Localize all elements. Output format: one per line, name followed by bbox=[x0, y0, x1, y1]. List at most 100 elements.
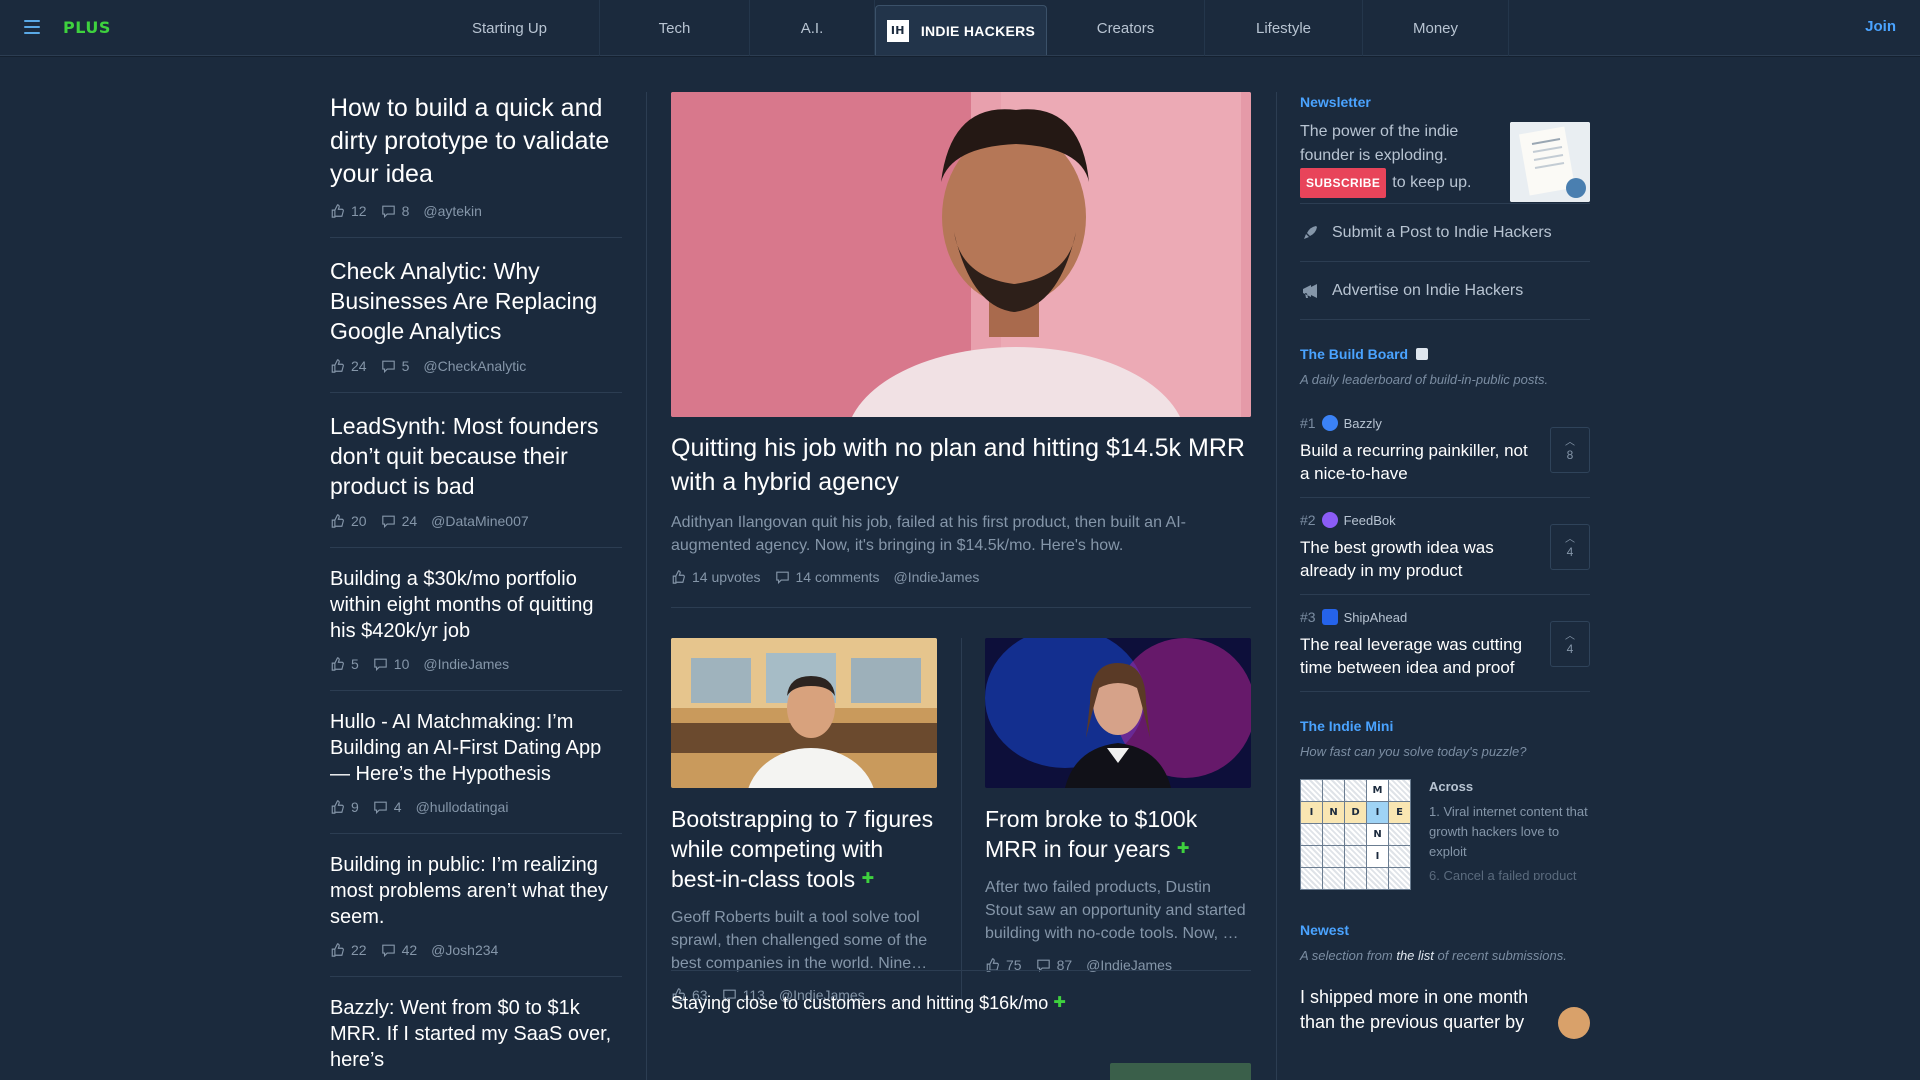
indie-mini-heading[interactable]: The Indie Mini bbox=[1300, 718, 1590, 734]
post-image[interactable] bbox=[985, 638, 1251, 788]
crossword-clues: Across 1. Viral internet content that gr… bbox=[1429, 779, 1590, 890]
post-title[interactable]: Hullo - AI Matchmaking: I’m Building an … bbox=[330, 709, 622, 787]
grid-cell[interactable] bbox=[1367, 868, 1388, 889]
grid-cell[interactable] bbox=[1389, 868, 1410, 889]
crossword-grid[interactable]: M I N D I E N I bbox=[1300, 779, 1411, 890]
grid-cell[interactable] bbox=[1389, 780, 1410, 801]
thumbs-up-icon[interactable] bbox=[330, 943, 345, 957]
tab-lifestyle[interactable]: Lifestyle bbox=[1205, 0, 1363, 56]
post-title[interactable]: Bazzly: Went from $0 to $1k MRR. If I st… bbox=[330, 995, 622, 1073]
grid-cell[interactable] bbox=[1345, 780, 1366, 801]
megaphone-icon bbox=[1300, 281, 1320, 301]
grid-cell[interactable]: N bbox=[1323, 802, 1344, 823]
grid-cell[interactable] bbox=[1389, 824, 1410, 845]
post-title[interactable]: LeadSynth: Most founders don’t quit beca… bbox=[330, 411, 622, 501]
author-link[interactable]: @IndieJames bbox=[423, 656, 509, 672]
tab-indie-hackers[interactable]: IH INDIE HACKERS bbox=[875, 5, 1047, 55]
post-title[interactable]: From broke to $100k MRR in four years ✚ bbox=[985, 804, 1251, 864]
grid-cell[interactable] bbox=[1345, 868, 1366, 889]
grid-cell[interactable] bbox=[1301, 824, 1322, 845]
grid-cell[interactable] bbox=[1323, 780, 1344, 801]
author-link[interactable]: @Josh234 bbox=[431, 942, 498, 958]
thumbs-up-icon[interactable] bbox=[330, 359, 345, 373]
comment-icon[interactable] bbox=[381, 943, 396, 957]
product-name[interactable]: ShipAhead bbox=[1344, 610, 1408, 625]
tab-ai[interactable]: A.I. bbox=[750, 0, 875, 56]
comment-icon[interactable] bbox=[373, 657, 388, 671]
grid-cell[interactable] bbox=[1389, 846, 1410, 867]
author-link[interactable]: @hullodatingai bbox=[416, 799, 509, 815]
thumbs-up-icon[interactable] bbox=[330, 514, 345, 528]
menu-icon[interactable] bbox=[24, 20, 40, 34]
post-image[interactable] bbox=[671, 638, 937, 788]
grid-cell[interactable]: D bbox=[1345, 802, 1366, 823]
comment-icon[interactable] bbox=[381, 514, 396, 528]
feedbok-logo-icon bbox=[1321, 512, 1338, 528]
avatar[interactable] bbox=[1558, 1007, 1590, 1039]
subscribe-button[interactable]: SUBSCRIBE bbox=[1300, 168, 1387, 198]
vote-count: 4 bbox=[1566, 545, 1574, 559]
post-title[interactable]: Bootstrapping to 7 figures while competi… bbox=[671, 804, 937, 894]
post-title-text: Staying close to customers and hitting $… bbox=[671, 993, 1049, 1013]
post-description: Geoff Roberts built a tool solve tool sp… bbox=[671, 909, 928, 972]
post-title[interactable]: How to build a quick and dirty prototype… bbox=[330, 92, 622, 191]
author-link[interactable]: @DataMine007 bbox=[431, 513, 529, 529]
grid-cell[interactable]: I bbox=[1367, 802, 1388, 823]
upvote-button[interactable]: ︿ 4 bbox=[1550, 524, 1590, 570]
post-title[interactable]: Check Analytic: Why Businesses Are Repla… bbox=[330, 256, 622, 346]
grid-cell[interactable] bbox=[1323, 824, 1344, 845]
grid-cell[interactable]: N bbox=[1367, 824, 1388, 845]
newest-post-title[interactable]: I shipped more in one month than the pre… bbox=[1300, 985, 1540, 1039]
hero-title[interactable]: Quitting his job with no plan and hittin… bbox=[671, 431, 1251, 499]
advertise-link[interactable]: Advertise on Indie Hackers bbox=[1300, 262, 1590, 320]
grid-cell[interactable] bbox=[1301, 780, 1322, 801]
grid-cell[interactable]: E bbox=[1389, 802, 1410, 823]
grid-cell[interactable]: I bbox=[1367, 846, 1388, 867]
post-image[interactable] bbox=[1110, 1063, 1251, 1080]
product-name[interactable]: Bazzly bbox=[1344, 416, 1382, 431]
post-title[interactable]: Staying close to customers and hitting $… bbox=[671, 993, 1066, 1013]
newest-heading[interactable]: Newest bbox=[1300, 922, 1590, 938]
comment-icon[interactable] bbox=[381, 359, 396, 373]
comment-icon[interactable] bbox=[381, 204, 396, 218]
grid-cell[interactable] bbox=[1345, 824, 1366, 845]
tab-money[interactable]: Money bbox=[1363, 0, 1509, 56]
upvote-button[interactable]: ︿ 4 bbox=[1550, 621, 1590, 667]
join-link[interactable]: Join bbox=[1865, 18, 1896, 35]
thumbs-up-icon[interactable] bbox=[330, 657, 345, 671]
grid-cell[interactable]: M bbox=[1367, 780, 1388, 801]
build-post-title[interactable]: Build a recurring painkiller, not a nice… bbox=[1300, 439, 1540, 485]
chevron-up-icon: ︿ bbox=[1565, 534, 1575, 545]
tab-creators[interactable]: Creators bbox=[1047, 0, 1205, 56]
comment-icon[interactable] bbox=[775, 570, 790, 584]
newest-subtitle-pre: A selection from bbox=[1300, 948, 1397, 963]
post-title[interactable]: Building in public: I’m realizing most p… bbox=[330, 852, 622, 930]
tab-tech[interactable]: Tech bbox=[600, 0, 750, 56]
the-list-link[interactable]: the list bbox=[1396, 948, 1434, 963]
author-link[interactable]: @aytekin bbox=[423, 203, 482, 219]
author-link[interactable]: @IndieJames bbox=[894, 569, 980, 585]
grid-cell[interactable] bbox=[1323, 846, 1344, 867]
grid-cell[interactable]: I bbox=[1301, 802, 1322, 823]
build-post-title[interactable]: The real leverage was cutting time betwe… bbox=[1300, 633, 1540, 679]
list-item: Building in public: I’m realizing most p… bbox=[330, 852, 622, 977]
grid-cell[interactable] bbox=[1323, 868, 1344, 889]
hero-image[interactable] bbox=[671, 92, 1251, 417]
thumbs-up-icon[interactable] bbox=[671, 570, 686, 584]
grid-cell[interactable] bbox=[1301, 846, 1322, 867]
build-post-title[interactable]: The best growth idea was already in my p… bbox=[1300, 536, 1540, 582]
submit-post-link[interactable]: Submit a Post to Indie Hackers bbox=[1300, 204, 1590, 262]
post-title[interactable]: Building a $30k/mo portfolio within eigh… bbox=[330, 566, 622, 644]
thumbs-up-icon[interactable] bbox=[330, 800, 345, 814]
plus-logo[interactable]: PLUS bbox=[63, 18, 111, 37]
comment-icon[interactable] bbox=[373, 800, 388, 814]
upvote-button[interactable]: ︿ 8 bbox=[1550, 427, 1590, 473]
post-meta: 9 4 @hullodatingai bbox=[330, 799, 622, 815]
thumbs-up-icon[interactable] bbox=[330, 204, 345, 218]
grid-cell[interactable] bbox=[1345, 846, 1366, 867]
grid-cell[interactable] bbox=[1301, 868, 1322, 889]
author-link[interactable]: @CheckAnalytic bbox=[423, 358, 526, 374]
product-name[interactable]: FeedBok bbox=[1344, 513, 1396, 528]
tab-starting-up[interactable]: Starting Up bbox=[420, 0, 600, 56]
build-board-heading[interactable]: The Build Board bbox=[1300, 346, 1590, 362]
